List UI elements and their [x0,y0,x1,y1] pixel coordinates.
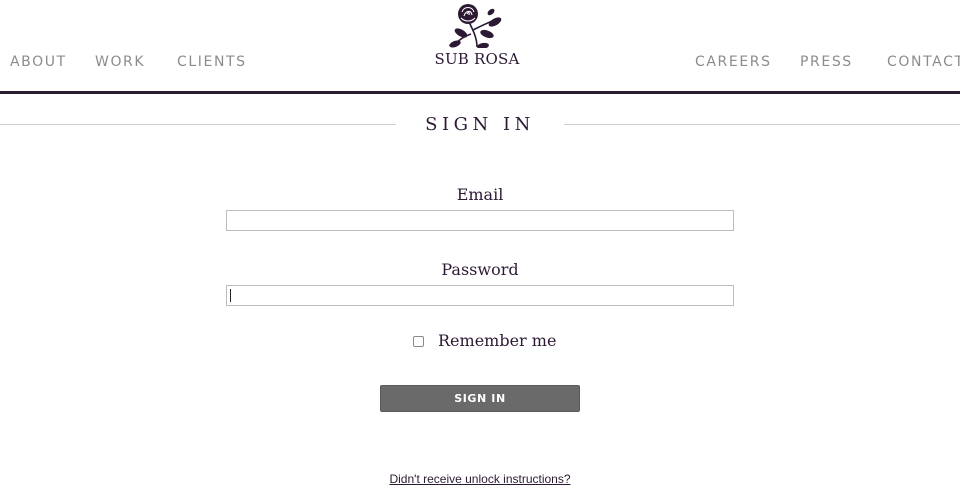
unlock-instructions-link[interactable]: Didn't receive unlock instructions? [389,472,571,486]
brand-name: SUB ROSA [434,50,520,68]
email-field[interactable] [226,210,734,231]
nav-careers-link[interactable]: CAREERS [695,53,772,71]
brand-logo[interactable]: SUB ROSA [430,0,530,72]
title-rule-right [564,124,960,125]
page-title: SIGN IN [425,114,535,135]
password-field[interactable] [226,285,734,306]
title-rule-left [0,124,396,125]
nav-about-link[interactable]: ABOUT [10,53,67,71]
text-cursor [230,289,231,302]
rose-icon [449,4,502,48]
password-label: Password [441,260,519,279]
remember-me-checkbox[interactable] [413,336,424,347]
header-divider [0,91,960,94]
nav-work-link[interactable]: WORK [95,53,145,71]
nav-contact-link[interactable]: CONTACT [887,53,960,71]
nav-clients-link[interactable]: CLIENTS [177,53,247,71]
sign-in-button[interactable]: SIGN IN [380,385,580,412]
remember-me-label[interactable]: Remember me [438,331,556,350]
page-title-row: SIGN IN [0,112,960,138]
nav-press-link[interactable]: PRESS [800,53,853,71]
main-navigation: ABOUT WORK CLIENTS SUB ROSA CAREERS PRES… [0,0,960,92]
email-label: Email [456,185,504,204]
